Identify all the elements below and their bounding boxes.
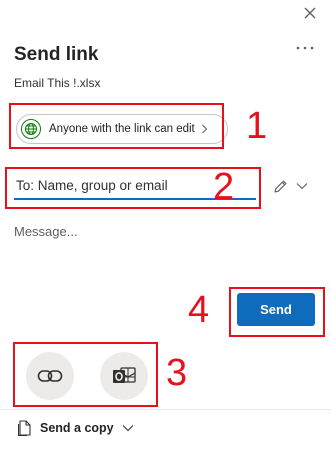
annotation-number-3: 3 (166, 352, 188, 394)
send-a-copy-button[interactable]: Send a copy (18, 420, 134, 436)
recipients-dropdown-button[interactable] (294, 178, 310, 194)
annotation-number-4: 4 (188, 289, 210, 331)
annotation-number-1: 1 (246, 105, 268, 147)
close-button[interactable] (298, 2, 322, 24)
footer-divider (0, 409, 331, 410)
pencil-icon (273, 180, 286, 193)
annotation-box-3 (13, 342, 158, 407)
document-icon (18, 420, 31, 436)
annotation-number-2: 2 (213, 166, 235, 208)
send-a-copy-label: Send a copy (40, 421, 114, 435)
chevron-down-icon (296, 183, 308, 190)
message-field[interactable] (14, 224, 314, 274)
file-name: Email This !.xlsx (14, 76, 101, 90)
annotation-box-1 (9, 103, 224, 149)
chevron-down-icon (122, 425, 134, 432)
close-icon (304, 7, 316, 19)
annotation-box-4 (229, 287, 325, 337)
more-options-button[interactable] (292, 38, 318, 58)
more-options-icon (296, 46, 314, 50)
dialog-title: Send link (14, 44, 99, 65)
edit-permissions-button[interactable] (270, 176, 290, 196)
